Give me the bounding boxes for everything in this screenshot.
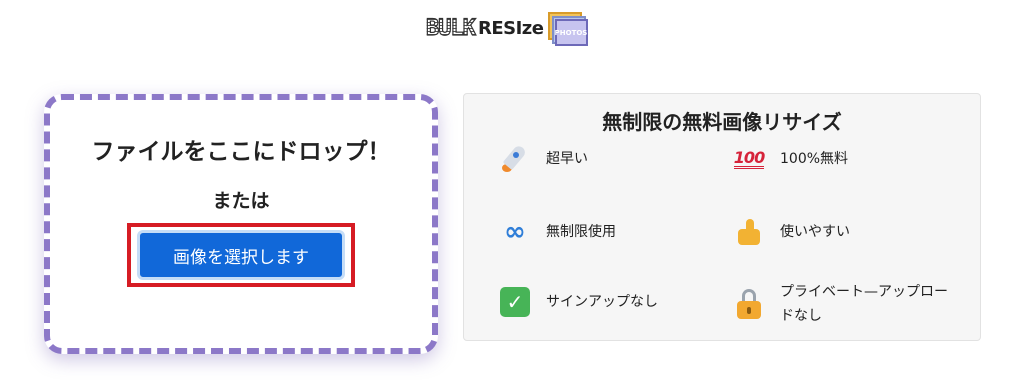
feature-item: プライベート—アップロードなし [732, 280, 950, 328]
feature-label: サインアップなし [546, 294, 658, 310]
feature-label: 使いやすい [780, 224, 850, 240]
or-label: または [212, 190, 270, 212]
logo-resize-text: RESIze [477, 17, 544, 39]
feature-label: 無制限使用 [546, 224, 616, 240]
logo-bulk-text: BULK [425, 15, 476, 41]
logo-photos-text: PHOTOS [554, 19, 588, 46]
feature-item: ∞ 無制限使用 [498, 215, 616, 249]
select-button-highlight: 画像を選択します [127, 223, 355, 287]
lock-icon [732, 287, 766, 321]
file-drop-zone[interactable]: ファイルをここにドロップ！ または 画像を選択します [44, 94, 438, 354]
infinity-icon: ∞ [504, 217, 526, 247]
rocket-icon [498, 142, 532, 176]
features-title: 無制限の無料画像リサイズ [602, 110, 842, 134]
photos-logo-icon: PHOTOS [546, 9, 588, 47]
check-mark-icon: ✓ [498, 285, 532, 319]
feature-label: 超早い [546, 151, 588, 167]
feature-item: 100 100%無料 [732, 142, 848, 176]
thumbs-up-icon [732, 215, 766, 249]
feature-item: 使いやすい [732, 215, 850, 249]
feature-label: プライベート—アップロードなし [780, 284, 948, 324]
hundred-points-icon: 100 [733, 147, 765, 169]
features-panel: 無制限の無料画像リサイズ 超早い 100 100%無料 ∞ 無制限使用 使いやす… [463, 93, 981, 341]
select-images-button[interactable]: 画像を選択します [137, 230, 345, 280]
feature-item: 超早い [498, 142, 588, 176]
drop-title: ファイルをここにドロップ！ [91, 139, 391, 165]
feature-label: 100%無料 [780, 151, 849, 167]
feature-item: ✓ サインアップなし [498, 285, 658, 319]
app-logo: BULK RESIze PHOTOS [425, 8, 606, 48]
